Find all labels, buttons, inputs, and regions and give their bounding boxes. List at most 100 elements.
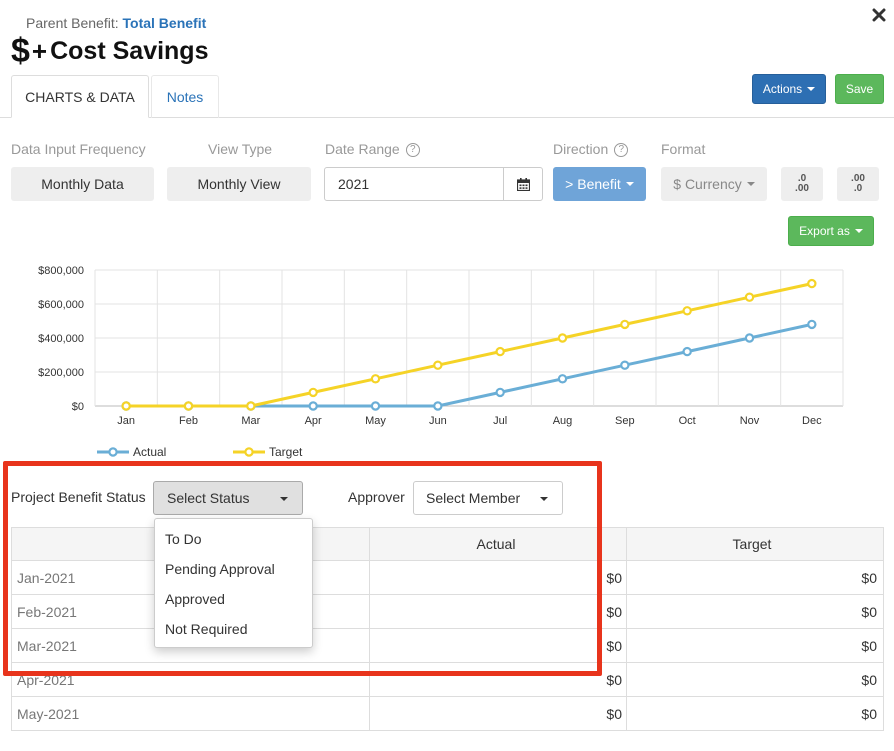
parent-benefit-label: Parent Benefit: — [26, 15, 119, 31]
actions-button[interactable]: Actions — [752, 74, 826, 104]
x-tick-label: Sep — [615, 415, 635, 427]
caret-down-icon — [625, 182, 634, 186]
tab-notes[interactable]: Notes — [151, 75, 219, 118]
x-tick-label: Jun — [429, 415, 447, 427]
data-point-actual — [308, 401, 318, 411]
table-row: Apr-2021 $0 $0 — [11, 663, 884, 697]
close-icon[interactable] — [872, 5, 886, 28]
x-tick-label: Nov — [740, 415, 760, 427]
decimal-decrease-button[interactable]: .00 .0 — [837, 167, 879, 201]
target-cell[interactable]: $0 — [626, 595, 884, 628]
x-tick-label: Oct — [679, 415, 696, 427]
status-option-pending[interactable]: Pending Approval — [155, 554, 312, 584]
data-point-target — [121, 401, 131, 411]
month-cell: Apr-2021 — [11, 663, 369, 696]
dollar-icon: $ — [11, 32, 30, 70]
direction-value: > Benefit — [565, 176, 621, 192]
approver-label: Approver — [348, 489, 405, 505]
actual-cell[interactable]: $0 — [369, 697, 626, 730]
header-target: Target — [626, 528, 884, 560]
actual-cell[interactable]: $0 — [369, 561, 626, 594]
status-dropdown-menu: To Do Pending Approval Approved Not Requ… — [154, 518, 313, 648]
target-cell[interactable]: $0 — [626, 697, 884, 730]
status-option-not-required[interactable]: Not Required — [155, 614, 312, 644]
actions-button-label: Actions — [762, 82, 803, 96]
daterange-input[interactable]: 2021 — [324, 167, 504, 201]
x-tick-label: Jul — [493, 415, 507, 427]
data-point-actual — [682, 346, 692, 357]
calendar-button[interactable] — [503, 167, 543, 201]
x-tick-label: Mar — [241, 415, 260, 427]
status-select[interactable]: Select Status — [153, 481, 303, 515]
target-cell[interactable]: $0 — [626, 629, 884, 662]
x-tick-label: Aug — [553, 415, 573, 427]
data-point-target — [807, 278, 817, 289]
data-point-target — [433, 360, 443, 370]
table-row: Feb-2021 $0 $0 — [11, 595, 884, 629]
header-actual: Actual — [369, 528, 626, 560]
approver-select[interactable]: Select Member — [413, 481, 563, 515]
parent-benefit-line: Parent Benefit: Total Benefit — [26, 15, 206, 31]
caret-down-icon — [854, 229, 863, 233]
viewtype-select[interactable]: Monthly View — [167, 167, 311, 201]
direction-dropdown[interactable]: > Benefit — [553, 167, 646, 201]
daterange-label: Date Range? — [325, 141, 420, 158]
month-cell: May-2021 — [11, 697, 369, 730]
status-option-todo[interactable]: To Do — [155, 524, 312, 554]
viewtype-label: View Type — [208, 141, 273, 157]
calendar-icon — [516, 177, 530, 191]
data-point-target — [370, 374, 381, 384]
data-point-target — [557, 333, 568, 343]
format-label: Format — [661, 141, 706, 157]
data-point-actual — [370, 401, 381, 411]
approver-select-value: Select Member — [426, 490, 521, 506]
frequency-label: Data Input Frequency — [11, 141, 146, 157]
data-point-actual — [495, 387, 505, 398]
parent-benefit-link[interactable]: Total Benefit — [123, 15, 207, 31]
decimal-decrease-bottom: .0 — [853, 183, 863, 194]
export-button-label: Export as — [799, 224, 850, 238]
x-tick-label: Dec — [802, 415, 822, 427]
table-header: Actual Target — [11, 527, 884, 561]
page-title: $ + Cost Savings — [11, 34, 208, 68]
legend-label: Target — [269, 445, 303, 459]
data-point-actual — [807, 319, 817, 330]
frequency-select[interactable]: Monthly Data — [11, 167, 154, 201]
data-point-actual — [557, 374, 568, 384]
export-button[interactable]: Export as — [788, 216, 874, 246]
tab-charts-data[interactable]: CHARTS & DATA — [11, 75, 149, 118]
save-button[interactable]: Save — [835, 74, 884, 104]
actual-cell[interactable]: $0 — [369, 663, 626, 696]
data-point-target — [246, 401, 256, 411]
format-dropdown[interactable]: $ Currency — [661, 167, 767, 201]
x-tick-label: Apr — [305, 415, 322, 427]
y-tick-label: $800,000 — [38, 265, 84, 277]
help-icon[interactable]: ? — [405, 143, 420, 158]
y-tick-label: $600,000 — [38, 299, 84, 311]
legend-label: Actual — [133, 445, 166, 459]
data-point-target — [620, 319, 630, 330]
direction-label: Direction? — [553, 141, 629, 158]
help-icon[interactable]: ? — [614, 143, 629, 158]
status-select-value: Select Status — [167, 490, 250, 506]
data-point-target — [183, 401, 194, 411]
target-cell[interactable]: $0 — [626, 561, 884, 594]
legend-marker — [244, 447, 254, 457]
format-value: $ Currency — [673, 176, 742, 192]
data-point-actual — [620, 360, 630, 370]
actual-cell[interactable]: $0 — [369, 595, 626, 628]
status-option-approved[interactable]: Approved — [155, 584, 312, 614]
table-row: Mar-2021 $0 $0 — [11, 629, 884, 663]
data-point-actual — [744, 333, 755, 343]
page-title-text: Cost Savings — [50, 36, 209, 65]
table-row: May-2021 $0 $0 — [11, 697, 884, 731]
decimal-increase-button[interactable]: .0 .00 — [781, 167, 823, 201]
target-cell[interactable]: $0 — [626, 663, 884, 696]
line-chart: $800,000 $600,000 $400,000 $200,000 $0 Jan Feb… — [38, 265, 844, 459]
x-tick-label: Jan — [117, 415, 135, 427]
direction-label-text: Direction — [553, 141, 609, 157]
caret-down-icon — [807, 87, 816, 91]
caret-down-icon — [746, 182, 755, 186]
caret-down-icon — [280, 497, 288, 501]
actual-cell[interactable]: $0 — [369, 629, 626, 662]
